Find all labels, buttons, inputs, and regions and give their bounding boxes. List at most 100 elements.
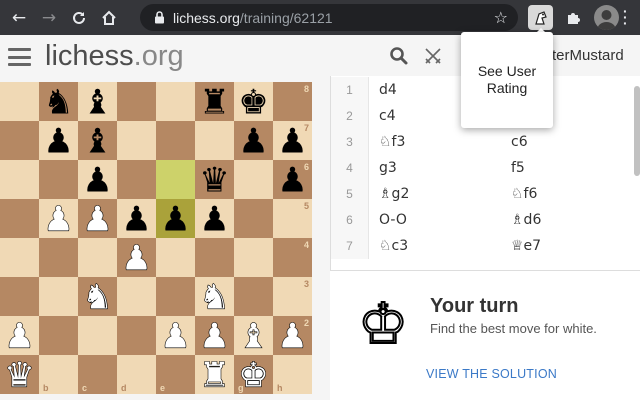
black-king-g8[interactable]: ♚ [238, 83, 268, 123]
white-king-icon: ♔ [357, 292, 409, 357]
black-move[interactable]: ♘f6 [511, 181, 537, 207]
black-pawn-d5[interactable]: ♟ [121, 200, 151, 240]
black-bishop-c7[interactable]: ♝ [82, 122, 112, 162]
hamburger-menu-icon[interactable] [8, 48, 31, 66]
white-king-g1[interactable]: ♚ [238, 355, 270, 396]
move-number: 7 [331, 233, 369, 259]
move-number: 5 [331, 181, 369, 207]
square-b6[interactable] [39, 160, 78, 199]
black-bishop-c8[interactable]: ♝ [82, 83, 112, 123]
square-d6[interactable] [117, 160, 156, 199]
lock-icon[interactable] [152, 11, 166, 25]
search-icon[interactable] [389, 46, 411, 68]
move-row: 3 ♘f3 c6 [331, 129, 640, 155]
square-d8[interactable] [117, 82, 156, 121]
rank-label: 4 [304, 240, 309, 250]
white-pawn-f2[interactable]: ♟ [199, 316, 231, 357]
square-c2[interactable] [78, 316, 117, 355]
lichess-extension-icon[interactable] [528, 5, 553, 30]
square-a7[interactable] [0, 121, 39, 160]
white-move[interactable]: O-O [379, 207, 407, 233]
black-move[interactable]: c6 [511, 129, 528, 155]
white-move[interactable]: ♘f3 [379, 129, 405, 155]
site-logo[interactable]: lichess.org [45, 40, 184, 73]
square-b2[interactable] [39, 316, 78, 355]
square-g5[interactable] [234, 199, 273, 238]
white-pawn-a2[interactable]: ♟ [4, 316, 36, 357]
white-move[interactable]: g3 [379, 155, 397, 181]
move-row: 4 g3 f5 [331, 155, 640, 181]
white-move[interactable]: d4 [379, 77, 397, 103]
address-bar[interactable]: lichess.org/training/62121 ☆ [140, 4, 518, 31]
move-number: 6 [331, 207, 369, 233]
white-knight-f3[interactable]: ♞ [199, 277, 231, 318]
forward-icon[interactable]: → [38, 7, 60, 29]
move-row: 7 ♘c3 ♕e7 [331, 233, 640, 259]
view-solution-link[interactable]: VIEW THE SOLUTION [426, 367, 557, 381]
white-move[interactable]: c4 [379, 103, 396, 129]
home-icon[interactable] [98, 7, 120, 29]
square-e8[interactable] [156, 82, 195, 121]
move-list-scrollbar[interactable] [634, 86, 640, 176]
square-e7[interactable] [156, 121, 195, 160]
black-queen-f6[interactable]: ♛ [199, 161, 229, 201]
square-a3[interactable] [0, 277, 39, 316]
black-move[interactable]: f5 [511, 155, 525, 181]
square-d3[interactable] [117, 277, 156, 316]
square-e6[interactable] [156, 160, 195, 199]
black-pawn-h7[interactable]: ♟ [277, 122, 307, 162]
profile-avatar[interactable] [594, 5, 619, 30]
square-e3[interactable] [156, 277, 195, 316]
black-knight-b8[interactable]: ♞ [43, 83, 73, 123]
black-move[interactable]: ♗d6 [511, 207, 541, 233]
square-g3[interactable] [234, 277, 273, 316]
move-number: 3 [331, 129, 369, 155]
extensions-puzzle-icon[interactable] [561, 5, 586, 30]
white-move[interactable]: ♘c3 [379, 233, 408, 259]
square-d2[interactable] [117, 316, 156, 355]
square-g6[interactable] [234, 160, 273, 199]
move-number: 2 [331, 103, 369, 129]
square-f4[interactable] [195, 238, 234, 277]
black-pawn-g7[interactable]: ♟ [238, 122, 268, 162]
square-a4[interactable] [0, 238, 39, 277]
swords-icon[interactable] [423, 46, 445, 68]
white-queen-a1[interactable]: ♛ [4, 355, 36, 396]
extension-popup[interactable]: See User Rating [461, 32, 553, 128]
black-pawn-c6[interactable]: ♟ [82, 161, 112, 201]
black-pawn-h6[interactable]: ♟ [277, 161, 307, 201]
white-bishop-g2[interactable]: ♝ [238, 316, 270, 357]
square-a6[interactable] [0, 160, 39, 199]
rank-label: 3 [304, 279, 309, 289]
back-icon[interactable]: ← [8, 7, 30, 29]
browser-menu-icon[interactable]: · · · [623, 4, 628, 30]
black-pawn-f5[interactable]: ♟ [199, 200, 229, 240]
bookmark-star-icon[interactable]: ☆ [494, 8, 508, 27]
black-move[interactable]: ♕e7 [511, 233, 541, 259]
square-a5[interactable] [0, 199, 39, 238]
white-rook-f1[interactable]: ♜ [199, 355, 231, 396]
white-move[interactable]: ♗g2 [379, 181, 409, 207]
white-pawn-e2[interactable]: ♟ [160, 316, 192, 357]
white-pawn-c5[interactable]: ♟ [82, 199, 114, 240]
white-pawn-h2[interactable]: ♟ [277, 316, 309, 357]
username-link[interactable]: terMustard [552, 47, 624, 64]
white-pawn-b5[interactable]: ♟ [43, 199, 75, 240]
square-d7[interactable] [117, 121, 156, 160]
white-knight-c3[interactable]: ♞ [82, 277, 114, 318]
square-c4[interactable] [78, 238, 117, 277]
black-pawn-e5[interactable]: ♟ [160, 200, 190, 240]
file-label: h [277, 383, 283, 393]
square-e4[interactable] [156, 238, 195, 277]
square-g4[interactable] [234, 238, 273, 277]
black-pawn-b7[interactable]: ♟ [43, 122, 73, 162]
black-rook-f8[interactable]: ♜ [199, 83, 229, 123]
square-b4[interactable] [39, 238, 78, 277]
see-user-rating-button[interactable]: See User Rating [477, 63, 537, 97]
square-b3[interactable] [39, 277, 78, 316]
reload-icon[interactable] [68, 7, 90, 29]
chess-board[interactable]: 8 7 6 5 4 3 2 b c d e g h ♞ ♝ ♜ ♚ ♟ ♝ ♟ ♟ ♟ ♛ ♟ ♟ ♟ ♟ ♟ ♟ ♟ ♞ ♞ ♟ ♟ ♟ ♝ ♟ ♛ ♜ ♚ [0, 82, 312, 400]
square-a8[interactable] [0, 82, 39, 121]
square-f7[interactable] [195, 121, 234, 160]
white-pawn-d4[interactable]: ♟ [121, 238, 153, 279]
